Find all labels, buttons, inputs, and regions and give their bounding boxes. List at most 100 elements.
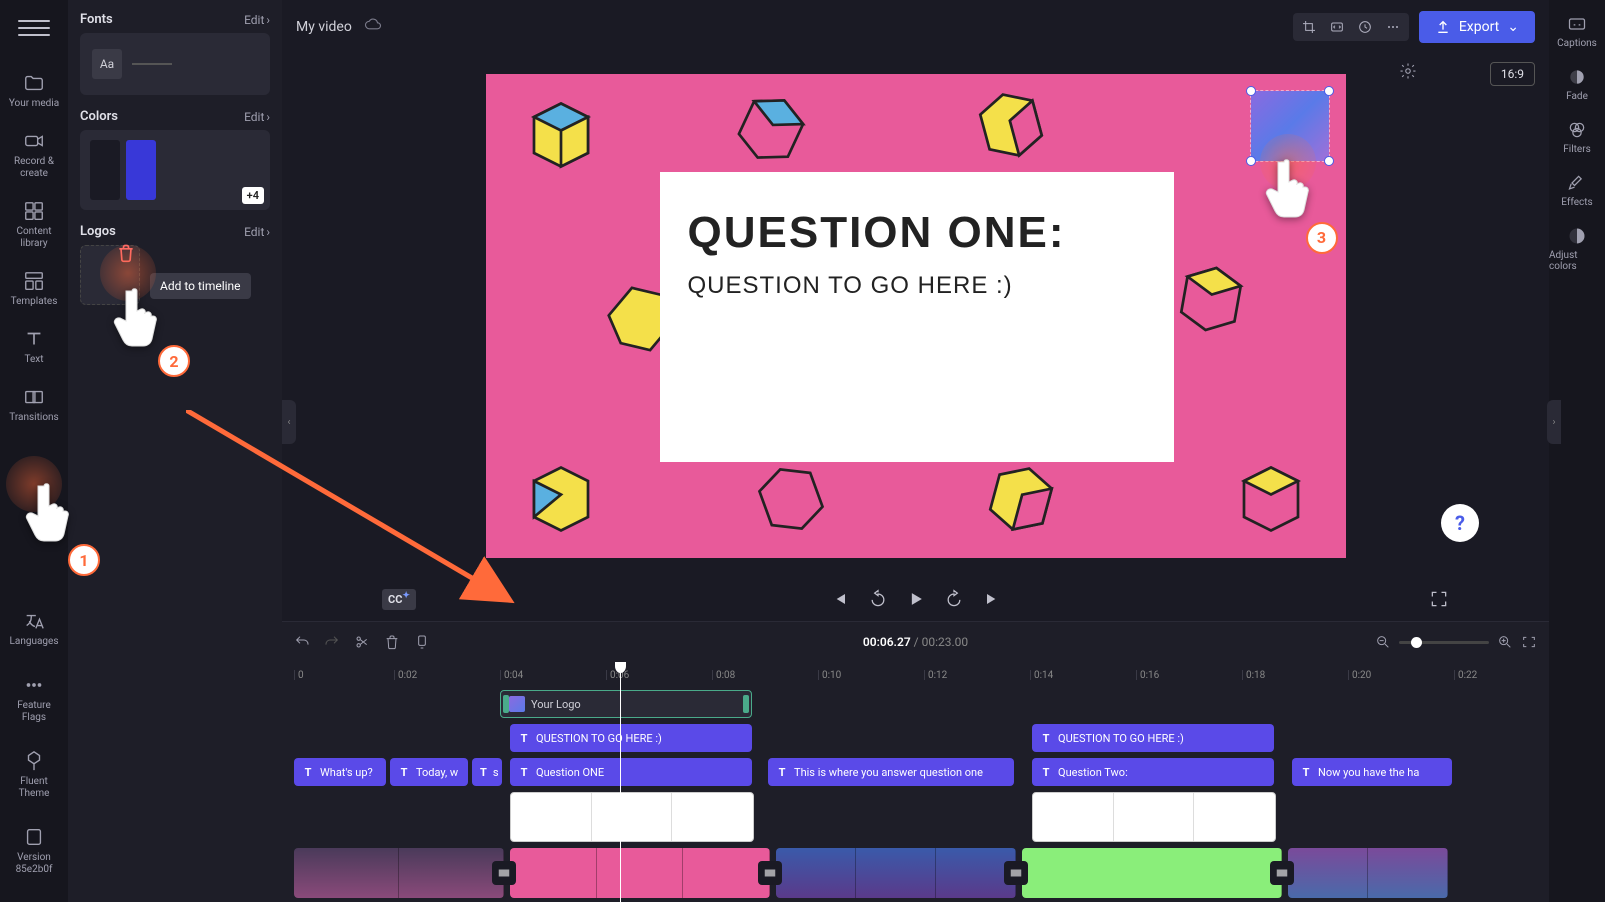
rail-label: Record & create (5, 156, 63, 180)
project-title[interactable]: My video (296, 19, 352, 35)
transition-badge[interactable] (1270, 861, 1294, 885)
text-clip[interactable]: Ts (472, 758, 502, 786)
fit-icon[interactable] (1329, 19, 1345, 35)
more-icon[interactable] (1385, 19, 1401, 35)
fonts-heading: Fonts (80, 12, 113, 27)
cube-decoration (955, 74, 1065, 180)
zoom-out-icon[interactable] (1375, 634, 1391, 650)
crop-icon[interactable] (1301, 19, 1317, 35)
forward-icon[interactable] (944, 589, 964, 609)
marker-icon[interactable] (414, 634, 430, 650)
settings-button[interactable] (1399, 62, 1417, 84)
export-button[interactable]: Export ⌄ (1419, 11, 1535, 43)
rr-label: Effects (1561, 197, 1592, 208)
rail-your-media[interactable]: Your media (3, 62, 65, 120)
timeline-time: 00:06.27 / 00:23.00 (863, 635, 968, 649)
pip-icon[interactable] (1357, 19, 1373, 35)
ruler-tick: 0:10 (818, 670, 841, 680)
skip-forward-icon[interactable] (982, 589, 1002, 609)
delete-icon[interactable] (384, 634, 400, 650)
right-rail: Captions Fade Filters Effects Adjust col… (1549, 0, 1605, 902)
tutorial-step-2-badge: 2 (158, 345, 190, 377)
rail-text[interactable]: Text (3, 318, 65, 376)
video-clip[interactable] (776, 848, 1016, 898)
fonts-edit-link[interactable]: Edit › (244, 13, 270, 27)
video-clip[interactable] (510, 848, 770, 898)
canvas-heading: QUESTION ONE: (688, 208, 1146, 258)
rail-label: Your media (9, 98, 59, 110)
chevron-down-icon: ⌄ (1507, 19, 1519, 35)
rr-label: Fade (1566, 91, 1588, 102)
aspect-ratio-badge[interactable]: 16:9 (1490, 62, 1535, 86)
white-clip[interactable] (1032, 792, 1276, 842)
redo-icon[interactable] (324, 634, 340, 650)
colors-edit-link[interactable]: Edit › (244, 110, 270, 124)
color-swatch[interactable] (126, 140, 156, 200)
text-clip[interactable]: TQuestion Two: (1032, 758, 1274, 786)
text-clip[interactable]: TQUESTION TO GO HERE :) (1032, 724, 1274, 752)
video-clip[interactable] (1288, 848, 1448, 898)
side-panel: Fonts Edit › Aa Colors Edit › +4 Logos E… (68, 0, 282, 902)
fullscreen-icon[interactable] (1429, 589, 1449, 609)
ruler-tick: 0:20 (1348, 670, 1371, 680)
text-clip[interactable]: TToday, w (390, 758, 468, 786)
rail-languages[interactable]: Languages (3, 600, 65, 658)
rail-templates[interactable]: Templates (3, 260, 65, 318)
logos-edit-link[interactable]: Edit › (244, 225, 270, 239)
menu-button[interactable] (18, 12, 50, 44)
timeline-body[interactable]: 0 0:02 0:04 0:06 0:08 0:10 0:12 0:14 0:1… (282, 662, 1549, 902)
timeline-toolbar: 00:06.27 / 00:23.00 (282, 622, 1549, 662)
rr-adjust-colors[interactable]: Adjust colors (1549, 226, 1605, 272)
skip-back-icon[interactable] (830, 589, 850, 609)
white-clip[interactable] (510, 792, 754, 842)
help-button[interactable]: ? (1441, 504, 1479, 542)
undo-icon[interactable] (294, 634, 310, 650)
text-clip[interactable]: TQUESTION TO GO HERE :) (510, 724, 752, 752)
logo-clip[interactable]: Your Logo (500, 690, 752, 718)
rr-effects[interactable]: Effects (1561, 173, 1592, 208)
text-clip[interactable]: TQuestion ONE (510, 758, 752, 786)
play-icon[interactable] (906, 589, 926, 609)
video-clip[interactable] (294, 848, 504, 898)
cube-decoration (516, 90, 606, 180)
transition-badge[interactable] (1004, 861, 1028, 885)
video-clip[interactable] (1022, 848, 1282, 898)
rail-version[interactable]: Version 85e2b0f (3, 816, 65, 886)
split-icon[interactable] (354, 634, 370, 650)
rr-captions[interactable]: Captions (1557, 14, 1597, 49)
rr-label: Filters (1563, 144, 1591, 155)
tutorial-pointer-2 (110, 283, 170, 353)
font-card[interactable]: Aa (80, 33, 270, 95)
text-clip[interactable]: TNow you have the ha (1292, 758, 1452, 786)
timeline: 00:06.27 / 00:23.00 0 0:02 0:04 0:06 0:0… (282, 621, 1549, 902)
rail-label: Content library (5, 226, 63, 250)
colors-card[interactable]: +4 (80, 130, 270, 210)
text-card[interactable]: QUESTION ONE: QUESTION TO GO HERE :) (660, 172, 1174, 462)
rail-record-create[interactable]: Record & create (3, 120, 65, 190)
rr-fade[interactable]: Fade (1566, 67, 1588, 102)
canvas[interactable]: QUESTION ONE: QUESTION TO GO HERE :) 3 (486, 74, 1346, 558)
collapse-right-panel-button[interactable]: › (1547, 400, 1561, 444)
rail-transitions[interactable]: Transitions (3, 376, 65, 434)
timeline-ruler[interactable]: 0 0:02 0:04 0:06 0:08 0:10 0:12 0:14 0:1… (282, 662, 1549, 686)
zoom-slider[interactable] (1399, 641, 1489, 644)
ruler-tick: 0:18 (1242, 670, 1265, 680)
color-swatch[interactable] (90, 140, 120, 200)
text-clip[interactable]: TThis is where you answer question one (768, 758, 1014, 786)
sync-icon (364, 16, 382, 38)
cube-decoration (1158, 246, 1262, 350)
rail-feature-flags[interactable]: Feature Flags (3, 664, 65, 734)
zoom-in-icon[interactable] (1497, 634, 1513, 650)
more-colors-badge[interactable]: +4 (242, 187, 264, 204)
transition-badge[interactable] (492, 861, 516, 885)
transition-badge[interactable] (758, 861, 782, 885)
rewind-icon[interactable] (868, 589, 888, 609)
rail-content-library[interactable]: Content library (3, 190, 65, 260)
rail-fluent-theme[interactable]: Fluent Theme (3, 740, 65, 810)
zoom-fit-icon[interactable] (1521, 634, 1537, 650)
rr-label: Captions (1557, 38, 1597, 49)
playhead[interactable] (620, 662, 621, 902)
text-clip[interactable]: TWhat's up? (294, 758, 386, 786)
rr-filters[interactable]: Filters (1563, 120, 1591, 155)
tutorial-pointer-3 (1262, 154, 1322, 224)
